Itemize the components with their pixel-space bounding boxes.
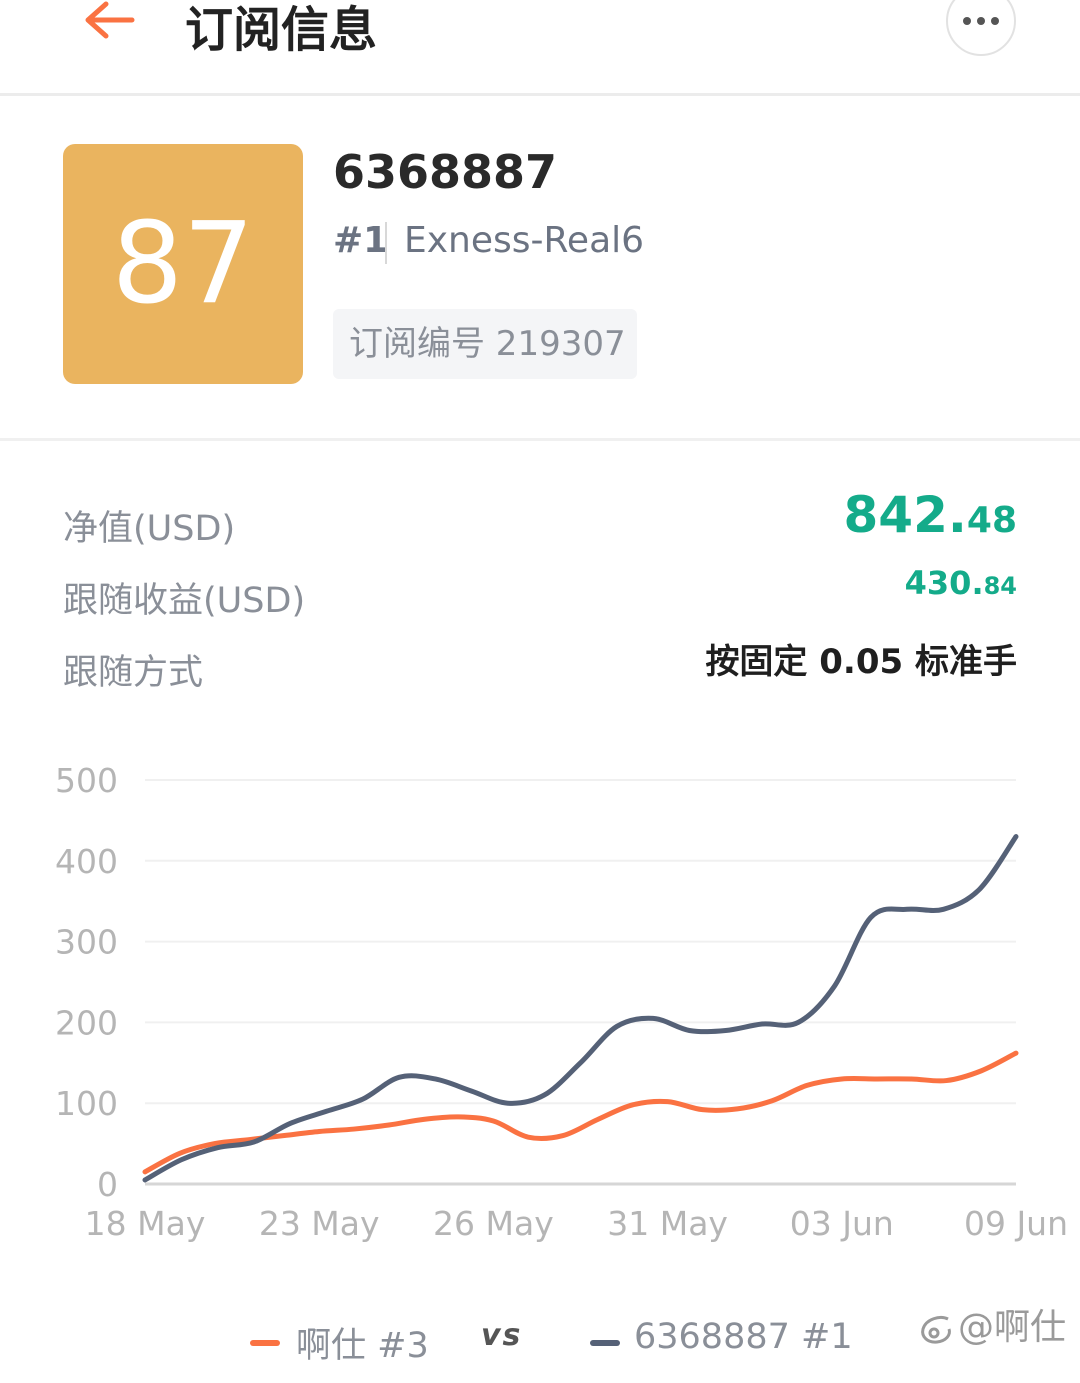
equity-value-dec: 48 <box>966 500 1017 541</box>
more-dots-icon <box>963 17 999 25</box>
y-tick-label: 500 <box>55 761 118 800</box>
more-options-button[interactable] <box>946 0 1016 56</box>
watermark: @啊仕 <box>918 1298 1066 1350</box>
legend-swatch-series-1 <box>250 1340 280 1346</box>
follow-mode-value: 按固定 0.05 标准手 <box>705 642 1017 682</box>
x-tick-label: 31 May <box>607 1204 728 1243</box>
follow-profit-value: 430.84 <box>905 564 1017 602</box>
profit-value-dec: 84 <box>983 572 1017 600</box>
y-tick-label: 0 <box>97 1165 118 1204</box>
equity-value-int: 842. <box>843 486 967 544</box>
score-badge: 87 <box>63 144 303 384</box>
x-tick-label: 26 May <box>433 1204 554 1243</box>
watermark-text: @啊仕 <box>958 1307 1067 1348</box>
y-tick-label: 200 <box>55 1003 118 1042</box>
y-tick-label: 100 <box>55 1084 118 1123</box>
y-axis-ticks: 0 100 200 300 400 500 <box>55 761 118 1204</box>
weibo-logo-icon <box>921 1315 951 1344</box>
rank-divider <box>385 222 387 264</box>
series-line-1 <box>142 1050 1019 1175</box>
back-arrow-icon[interactable] <box>80 0 140 42</box>
performance-line-chart: 0 100 200 300 400 500 18 May 23 May 26 May 31 Ma… <box>55 761 1068 1243</box>
legend-label-series-2: 6368887 #1 <box>634 1317 853 1357</box>
account-rank: #1 <box>333 220 389 261</box>
x-tick-label: 09 Jun <box>964 1204 1068 1243</box>
page-title: 订阅信息 <box>185 2 378 58</box>
subscription-id-chip: 订阅编号 219307 <box>333 309 637 379</box>
x-tick-label: 18 May <box>85 1204 206 1243</box>
follow-profit-label: 跟随收益(USD) <box>63 581 306 621</box>
equity-value: 842.48 <box>844 486 1017 544</box>
chart-series <box>142 834 1019 1183</box>
x-axis-ticks: 18 May 23 May 26 May 31 May 03 Jun 09 Jun <box>85 1204 1068 1243</box>
y-tick-label: 400 <box>55 842 118 881</box>
app-header: 订阅信息 <box>0 0 1080 96</box>
equity-label: 净值(USD) <box>63 509 236 549</box>
legend-label-series-1: 啊仕 #3 <box>296 1326 429 1366</box>
legend-swatch-series-2 <box>590 1340 620 1346</box>
chart-grid <box>145 779 1016 1186</box>
y-tick-label: 300 <box>55 923 118 962</box>
account-id: 6368887 <box>333 145 558 199</box>
vs-text: vs <box>481 1318 523 1353</box>
follow-mode-label: 跟随方式 <box>63 653 204 693</box>
section-divider <box>0 438 1080 441</box>
server-name: Exness-Real6 <box>404 220 645 261</box>
profit-value-int: 430. <box>904 564 984 602</box>
x-tick-label: 03 Jun <box>790 1204 894 1243</box>
x-tick-label: 23 May <box>259 1204 380 1243</box>
